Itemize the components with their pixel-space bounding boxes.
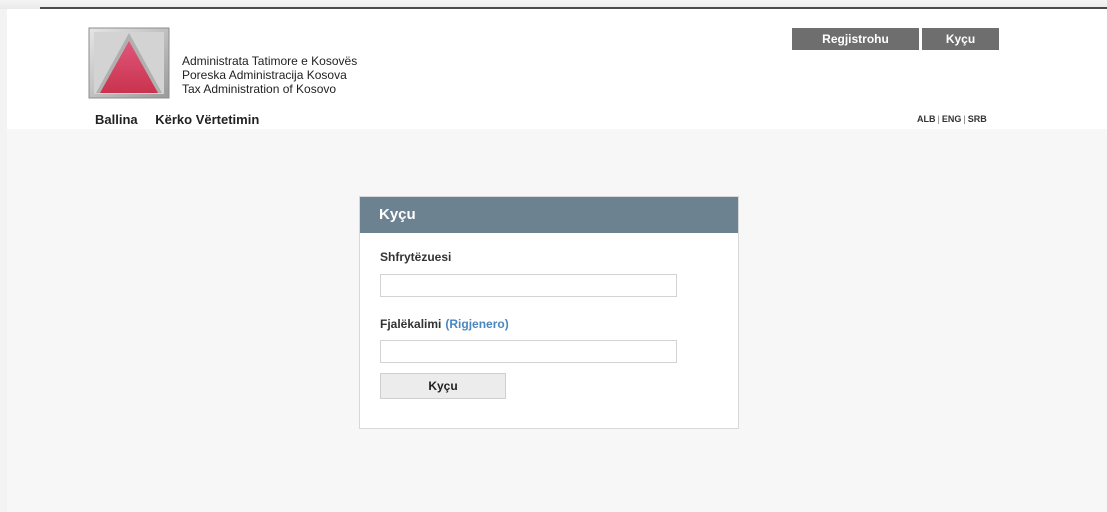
site-header: Administrata Tatimore e Kosovës Poreska … <box>7 9 1107 129</box>
organization-names: Administrata Tatimore e Kosovës Poreska … <box>182 54 357 96</box>
left-page-margin <box>0 0 7 512</box>
password-label: Fjalëkalimi <box>380 317 442 331</box>
password-input[interactable] <box>380 340 677 363</box>
lang-alb[interactable]: ALB <box>917 114 936 124</box>
login-submit-button[interactable]: Kyçu <box>380 373 506 399</box>
lang-separator: | <box>937 114 940 124</box>
top-bar <box>0 0 1107 9</box>
login-panel: Kyçu Shfrytëzuesi Fjalëkalimi (Rigjenero)… <box>359 196 739 429</box>
org-name-serbian: Poreska Administracija Kosova <box>182 68 347 82</box>
lang-separator: | <box>963 114 966 124</box>
language-switcher: ALB | ENG | SRB <box>917 114 987 124</box>
username-input[interactable] <box>380 274 677 297</box>
username-label: Shfrytëzuesi <box>380 250 452 264</box>
lang-srb[interactable]: SRB <box>968 114 987 124</box>
org-name-english: Tax Administration of Kosovo <box>182 82 337 96</box>
register-button[interactable]: Regjistrohu <box>792 28 919 50</box>
header-login-button[interactable]: Kyçu <box>922 28 999 50</box>
regenerate-password-link[interactable]: (Rigjenero) <box>445 317 508 331</box>
password-label-row: Fjalëkalimi (Rigjenero) <box>380 317 509 331</box>
lang-eng[interactable]: ENG <box>942 114 962 124</box>
org-name-albanian: Administrata Tatimore e Kosovës <box>182 54 358 68</box>
nav-item-search-certificate[interactable]: Kërko Vërtetimin <box>155 112 259 127</box>
main-nav: Ballina Kërko Vërtetimin <box>95 112 273 127</box>
atk-logo-icon[interactable] <box>88 27 170 99</box>
nav-item-home[interactable]: Ballina <box>95 112 138 127</box>
login-panel-title: Kyçu <box>360 197 738 233</box>
